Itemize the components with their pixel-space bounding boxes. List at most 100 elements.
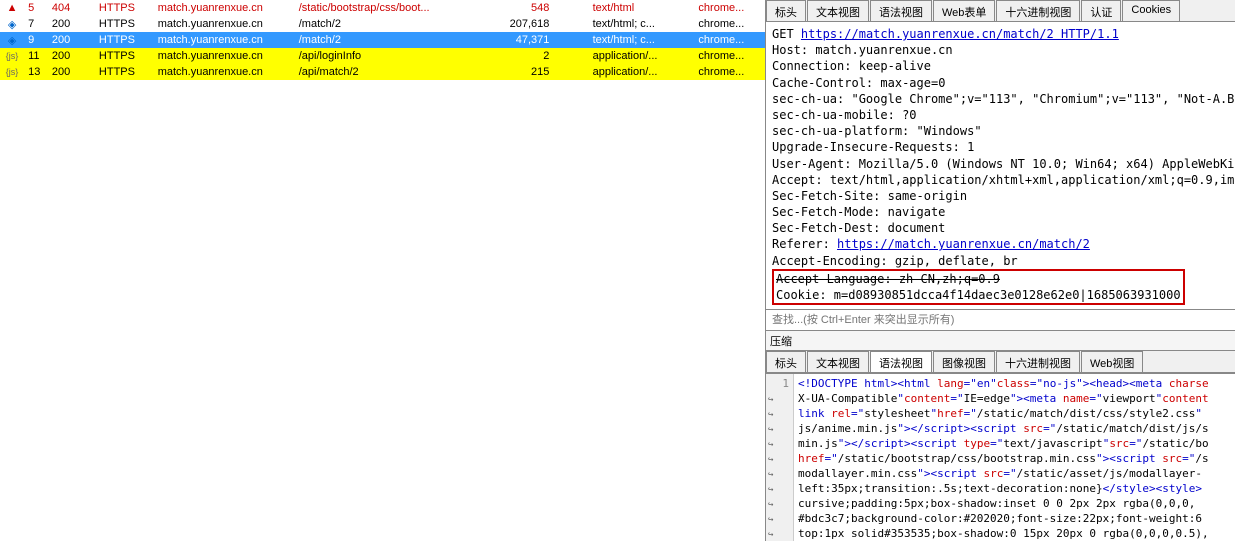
line-number: ↪	[766, 496, 791, 511]
response-body-view: 1↪↪↪↪↪↪↪↪↪↪↪↪↪↪↪ <!DOCTYPE html><html la…	[766, 373, 1235, 541]
session-protocol: HTTPS	[95, 64, 154, 80]
request-url[interactable]: https://match.yuanrenxue.cn/match/2 HTTP…	[801, 27, 1119, 41]
line-number: ↪	[766, 391, 791, 406]
tab-Cookies[interactable]: Cookies	[1122, 0, 1180, 21]
body-line: X-UA-Compatible"content="IE=edge"><meta …	[798, 391, 1231, 406]
session-row[interactable]: ◈9200HTTPSmatch.yuanrenxue.cn/match/247,…	[0, 32, 765, 48]
tab-Web视图[interactable]: Web视图	[1081, 351, 1143, 372]
session-icon: ◈	[0, 32, 24, 48]
line-number: ↪	[766, 526, 791, 541]
session-protocol: HTTPS	[95, 16, 154, 32]
response-tabs: 标头文本视图语法视图图像视图十六进制视图Web视图	[766, 351, 1235, 373]
session-result: 200	[48, 64, 95, 80]
session-content-type: text/html	[589, 0, 695, 16]
session-content-type: text/html; c...	[589, 32, 695, 48]
inspectors-pane: 标头文本视图语法视图Web表单十六进制视图认证Cookies GET https…	[766, 0, 1235, 541]
tab-Web表单[interactable]: Web表单	[933, 0, 995, 21]
request-tabs: 标头文本视图语法视图Web表单十六进制视图认证Cookies	[766, 0, 1235, 22]
body-line: modallayer.min.css"><script src="/static…	[798, 466, 1231, 481]
session-url: /static/bootstrap/css/boot...	[295, 0, 471, 16]
body-line: top:1px solid#353535;box-shadow:0 15px 2…	[798, 526, 1231, 541]
body-line: link rel="stylesheet"href="/static/match…	[798, 406, 1231, 421]
session-body: 548	[471, 0, 553, 16]
session-num: 11	[24, 48, 48, 64]
body-line: left:35px;transition:.5s;text-decoration…	[798, 481, 1231, 496]
session-result: 200	[48, 16, 95, 32]
session-row[interactable]: {js}11200HTTPSmatch.yuanrenxue.cn/api/lo…	[0, 48, 765, 64]
session-host: match.yuanrenxue.cn	[154, 48, 295, 64]
highlighted-cookie: Accept-Language: zh-CN,zh;q=0.9 Cookie: …	[772, 269, 1185, 305]
session-host: match.yuanrenxue.cn	[154, 64, 295, 80]
tab-文本视图[interactable]: 文本视图	[807, 0, 869, 21]
session-body: 207,618	[471, 16, 553, 32]
session-process: chrome...	[694, 0, 765, 16]
body-line: min.js"></script><script type="text/java…	[798, 436, 1231, 451]
line-number: 1	[766, 376, 791, 391]
line-number: ↪	[766, 406, 791, 421]
tab-语法视图[interactable]: 语法视图	[870, 351, 932, 372]
line-number: ↪	[766, 511, 791, 526]
sessions-pane: ▲5404HTTPSmatch.yuanrenxue.cn/static/boo…	[0, 0, 766, 541]
session-content-type: text/html; c...	[589, 16, 695, 32]
session-icon: ▲	[0, 0, 24, 16]
session-icon: {js}	[0, 64, 24, 80]
session-process: chrome...	[694, 48, 765, 64]
session-process: chrome...	[694, 64, 765, 80]
session-protocol: HTTPS	[95, 0, 154, 16]
session-num: 13	[24, 64, 48, 80]
session-body: 2	[471, 48, 553, 64]
session-icon: ◈	[0, 16, 24, 32]
session-process: chrome...	[694, 32, 765, 48]
line-number: ↪	[766, 421, 791, 436]
session-result: 200	[48, 48, 95, 64]
session-content-type: application/...	[589, 48, 695, 64]
session-protocol: HTTPS	[95, 32, 154, 48]
session-num: 5	[24, 0, 48, 16]
line-number: ↪	[766, 481, 791, 496]
line-number: ↪	[766, 436, 791, 451]
session-result: 404	[48, 0, 95, 16]
raw-request-headers[interactable]: GET https://match.yuanrenxue.cn/match/2 …	[766, 22, 1235, 309]
line-gutter: 1↪↪↪↪↪↪↪↪↪↪↪↪↪↪↪	[766, 374, 794, 541]
session-host: match.yuanrenxue.cn	[154, 0, 295, 16]
tab-文本视图[interactable]: 文本视图	[807, 351, 869, 372]
tab-十六进制视图[interactable]: 十六进制视图	[996, 0, 1080, 21]
body-line: #bdc3c7;background-color:#202020;font-si…	[798, 511, 1231, 526]
tab-图像视图[interactable]: 图像视图	[933, 351, 995, 372]
session-row[interactable]: ▲5404HTTPSmatch.yuanrenxue.cn/static/boo…	[0, 0, 765, 16]
body-line: href="/static/bootstrap/css/bootstrap.mi…	[798, 451, 1231, 466]
tab-认证[interactable]: 认证	[1081, 0, 1121, 21]
tab-标头[interactable]: 标头	[766, 0, 806, 21]
session-row[interactable]: ◈7200HTTPSmatch.yuanrenxue.cn/match/2207…	[0, 16, 765, 32]
sessions-table[interactable]: ▲5404HTTPSmatch.yuanrenxue.cn/static/boo…	[0, 0, 765, 80]
session-body: 215	[471, 64, 553, 80]
body-line: js/anime.min.js"></script><script src="/…	[798, 421, 1231, 436]
session-url: /api/match/2	[295, 64, 471, 80]
session-url: /match/2	[295, 16, 471, 32]
search-bar	[766, 309, 1235, 331]
transform-label: 压缩	[770, 333, 792, 349]
session-num: 7	[24, 16, 48, 32]
tab-标头[interactable]: 标头	[766, 351, 806, 372]
session-num: 9	[24, 32, 48, 48]
session-url: /match/2	[295, 32, 471, 48]
transform-bar[interactable]: 压缩	[766, 331, 1235, 351]
response-body-text[interactable]: <!DOCTYPE html><html lang="en"class="no-…	[794, 374, 1235, 541]
session-result: 200	[48, 32, 95, 48]
tab-语法视图[interactable]: 语法视图	[870, 0, 932, 21]
tab-十六进制视图[interactable]: 十六进制视图	[996, 351, 1080, 372]
session-url: /api/loginInfo	[295, 48, 471, 64]
body-line: <!DOCTYPE html><html lang="en"class="no-…	[798, 376, 1231, 391]
body-line: cursive;padding:5px;box-shadow:inset 0 0…	[798, 496, 1231, 511]
search-input[interactable]	[770, 312, 1231, 328]
session-host: match.yuanrenxue.cn	[154, 32, 295, 48]
session-protocol: HTTPS	[95, 48, 154, 64]
session-row[interactable]: {js}13200HTTPSmatch.yuanrenxue.cn/api/ma…	[0, 64, 765, 80]
line-number: ↪	[766, 466, 791, 481]
session-body: 47,371	[471, 32, 553, 48]
session-host: match.yuanrenxue.cn	[154, 16, 295, 32]
session-content-type: application/...	[589, 64, 695, 80]
line-number: ↪	[766, 451, 791, 466]
session-icon: {js}	[0, 48, 24, 64]
session-process: chrome...	[694, 16, 765, 32]
